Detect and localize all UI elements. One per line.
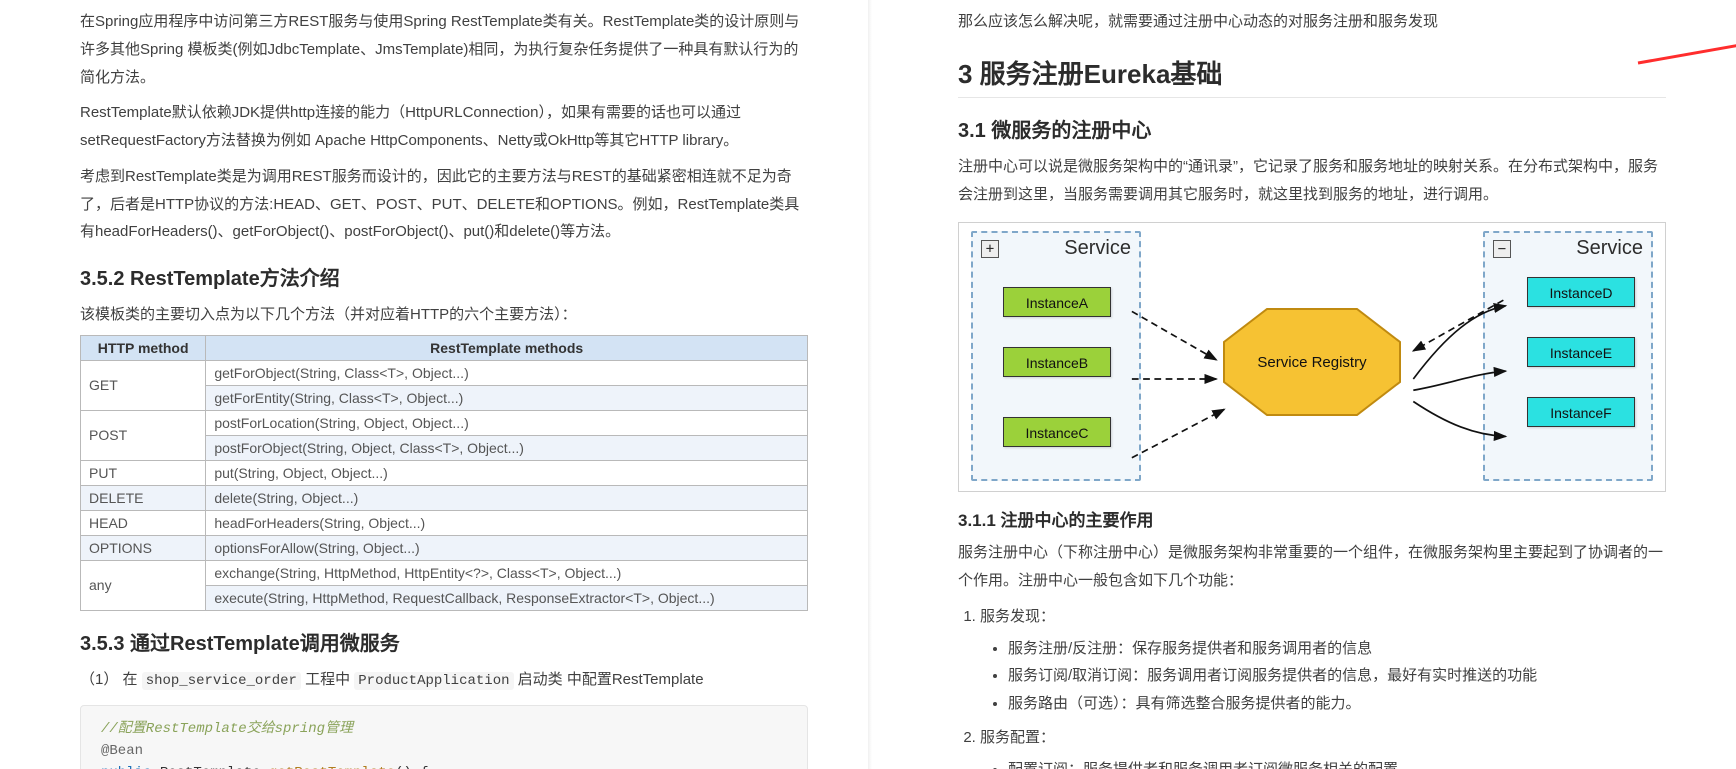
table-row: DELETEdelete(String, Object...)	[81, 485, 808, 510]
expand-toggle-icon: +	[981, 240, 999, 258]
list-item: 服务发现： 服务注册/反注册：保存服务提供者和服务调用者的信息 服务订阅/取消订…	[980, 603, 1666, 718]
instance-box: InstanceF	[1527, 397, 1635, 427]
paragraph: 考虑到RestTemplate类是为调用REST服务而设计的，因此它的主要方法与…	[80, 163, 808, 246]
table-cell: PUT	[81, 460, 206, 485]
table-cell: headForHeaders(String, Object...)	[206, 510, 808, 535]
paragraph: 服务注册中心（下称注册中心）是微服务架构非常重要的一个组件，在微服务架构里主要起…	[958, 539, 1666, 595]
table-intro: 该模板类的主要切入点为以下几个方法（并对应着HTTP的六个主要方法）：	[80, 301, 808, 329]
left-document-pane: 在Spring应用程序中访问第三方REST服务与使用Spring RestTem…	[0, 0, 868, 769]
heading-3-1: 3.1 微服务的注册中心	[958, 114, 1666, 143]
table-cell: postForObject(String, Object, Class<T>, …	[206, 435, 808, 460]
instance-box: InstanceD	[1527, 277, 1635, 307]
service-registry-node: Service Registry	[1222, 307, 1402, 417]
sub-list: 配置订阅：服务提供者和服务调用者订阅微服务相关的配置	[1008, 756, 1666, 769]
service-label: Service	[1576, 237, 1643, 260]
http-methods-table: HTTP method RestTemplate methods GETgetF…	[80, 335, 808, 611]
heading-3-5-3: 3.5.3 通过RestTemplate调用微服务	[80, 627, 808, 656]
table-cell: any	[81, 560, 206, 610]
table-row: anyexchange(String, HttpMethod, HttpEnti…	[81, 560, 808, 585]
table-cell: OPTIONS	[81, 535, 206, 560]
paragraph: （1） 在 shop_service_order 工程中 ProductAppl…	[80, 666, 808, 695]
service-registry-diagram: + Service InstanceA InstanceB InstanceC …	[958, 222, 1666, 492]
pane-divider	[868, 0, 872, 769]
table-cell: getForObject(String, Class<T>, Object...…	[206, 360, 808, 385]
instance-box: InstanceC	[1003, 417, 1111, 447]
table-row: OPTIONSoptionsForAllow(String, Object...…	[81, 535, 808, 560]
service-label: Service	[1064, 237, 1131, 260]
table-cell: DELETE	[81, 485, 206, 510]
paragraph: RestTemplate默认依赖JDK提供http连接的能力（HttpURLCo…	[80, 99, 808, 155]
heading-3: 3 服务注册Eureka基础	[958, 54, 1666, 98]
list-item: 配置订阅：服务提供者和服务调用者订阅微服务相关的配置	[1008, 756, 1666, 769]
table-cell: put(String, Object, Object...)	[206, 460, 808, 485]
inline-code: ProductApplication	[354, 672, 513, 690]
list-item: 服务注册/反注册：保存服务提供者和服务调用者的信息	[1008, 635, 1666, 663]
list-item: 服务订阅/取消订阅：服务调用者订阅服务提供者的信息，最好有实时推送的功能	[1008, 662, 1666, 690]
instance-box: InstanceA	[1003, 287, 1111, 317]
table-cell: HEAD	[81, 510, 206, 535]
table-row: HEADheadForHeaders(String, Object...)	[81, 510, 808, 535]
list-item: 服务配置： 配置订阅：服务提供者和服务调用者订阅微服务相关的配置	[980, 724, 1666, 769]
collapse-toggle-icon: −	[1493, 240, 1511, 258]
paragraph: 在Spring应用程序中访问第三方REST服务与使用Spring RestTem…	[80, 8, 808, 91]
table-row: POSTpostForLocation(String, Object, Obje…	[81, 410, 808, 435]
numbered-list: 服务发现： 服务注册/反注册：保存服务提供者和服务调用者的信息 服务订阅/取消订…	[980, 603, 1666, 769]
heading-3-5-2: 3.5.2 RestTemplate方法介绍	[80, 262, 808, 291]
instance-box: InstanceE	[1527, 337, 1635, 367]
paragraph: 那么应该怎么解决呢，就需要通过注册中心动态的对服务注册和服务发现	[958, 8, 1666, 36]
table-cell: delete(String, Object...)	[206, 485, 808, 510]
sub-list: 服务注册/反注册：保存服务提供者和服务调用者的信息 服务订阅/取消订阅：服务调用…	[1008, 635, 1666, 718]
heading-3-1-1: 3.1.1 注册中心的主要作用	[958, 506, 1666, 531]
table-header: HTTP method	[81, 335, 206, 360]
code-block: //配置RestTemplate交给spring管理 @Bean public …	[80, 705, 808, 769]
table-cell: postForLocation(String, Object, Object..…	[206, 410, 808, 435]
instance-box: InstanceB	[1003, 347, 1111, 377]
table-row: PUTput(String, Object, Object...)	[81, 460, 808, 485]
list-item: 服务路由（可选）：具有筛选整合服务提供者的能力。	[1008, 690, 1666, 718]
table-cell: POST	[81, 410, 206, 460]
inline-code: shop_service_order	[142, 672, 301, 690]
table-cell: exchange(String, HttpMethod, HttpEntity<…	[206, 560, 808, 585]
table-cell: execute(String, HttpMethod, RequestCallb…	[206, 585, 808, 610]
paragraph: 注册中心可以说是微服务架构中的“通讯录”，它记录了服务和服务地址的映射关系。在分…	[958, 153, 1666, 209]
table-cell: optionsForAllow(String, Object...)	[206, 535, 808, 560]
table-header: RestTemplate methods	[206, 335, 808, 360]
table-cell: getForEntity(String, Class<T>, Object...…	[206, 385, 808, 410]
table-cell: GET	[81, 360, 206, 410]
right-document-pane: 那么应该怎么解决呢，就需要通过注册中心动态的对服务注册和服务发现 3 服务注册E…	[868, 0, 1736, 769]
table-row: GETgetForObject(String, Class<T>, Object…	[81, 360, 808, 385]
